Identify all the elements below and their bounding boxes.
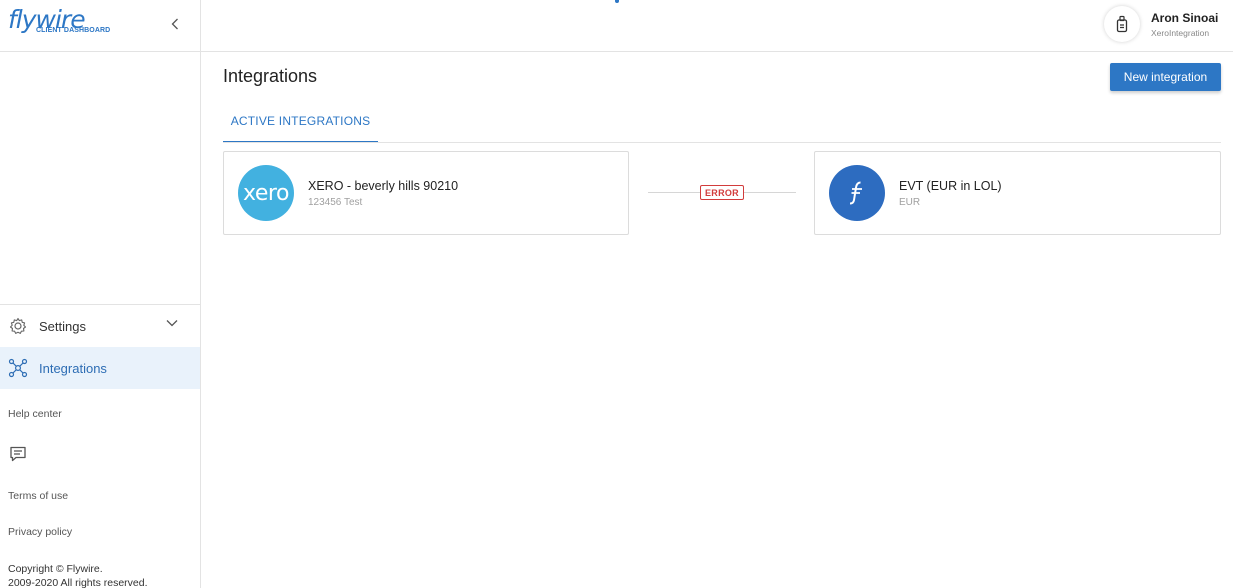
connector-line <box>744 192 796 193</box>
source-integration-card[interactable]: xero XERO - beverly hills 90210 123456 T… <box>223 151 629 235</box>
top-header: Aron Sinoai XeroIntegration <box>201 0 1233 52</box>
network-icon <box>8 358 28 378</box>
user-organization: XeroIntegration <box>1151 28 1210 38</box>
new-integration-button[interactable]: New integration <box>1110 63 1221 91</box>
sidebar-item-integrations[interactable]: Integrations <box>0 347 200 389</box>
sidebar-item-settings[interactable]: Settings <box>0 305 200 347</box>
chat-icon[interactable] <box>9 445 27 463</box>
logo-area: flywire CLIENT DASHBOARD <box>0 0 200 52</box>
page-title: Integrations <box>223 66 318 86</box>
flywire-f-glyph <box>849 181 862 205</box>
connector-line <box>648 192 700 193</box>
source-subtitle: 123456 Test <box>308 197 363 208</box>
avatar[interactable] <box>1104 6 1140 42</box>
chevron-left-icon <box>171 18 178 30</box>
target-subtitle: EUR <box>899 197 921 208</box>
badge-icon <box>1116 15 1128 33</box>
tabs-divider <box>223 142 1221 143</box>
sidebar-item-label: Integrations <box>39 360 107 376</box>
xero-logo: xero <box>238 165 294 221</box>
terms-of-use-link[interactable]: Terms of use <box>8 490 68 502</box>
source-title: XERO - beverly hills 90210 <box>308 179 459 193</box>
user-name[interactable]: Aron Sinoai <box>1151 11 1218 25</box>
copyright: Copyright © Flywire. 2009-2020 All right… <box>8 562 148 588</box>
privacy-policy-link[interactable]: Privacy policy <box>8 526 72 538</box>
status-badge: ERROR <box>700 185 744 200</box>
loading-indicator <box>615 0 619 3</box>
logo-subtitle: CLIENT DASHBOARD <box>36 27 111 34</box>
target-title: EVT (EUR in LOL) <box>899 179 1002 193</box>
xero-logo-text: xero <box>243 180 289 206</box>
copyright-line: 2009-2020 All rights reserved. <box>8 577 148 588</box>
gear-icon <box>9 317 27 334</box>
chevron-down-icon <box>166 320 178 327</box>
sidebar: flywire CLIENT DASHBOARD Settings Integr… <box>0 0 201 588</box>
collapse-sidebar-button[interactable] <box>166 14 184 34</box>
flywire-f-icon <box>829 165 885 221</box>
copyright-line: Copyright © Flywire. <box>8 563 103 575</box>
target-integration-card[interactable]: EVT (EUR in LOL) EUR <box>814 151 1221 235</box>
help-center-link[interactable]: Help center <box>8 408 62 420</box>
sidebar-item-label: Settings <box>39 318 86 334</box>
tab-active-integrations[interactable]: ACTIVE INTEGRATIONS <box>223 101 378 143</box>
